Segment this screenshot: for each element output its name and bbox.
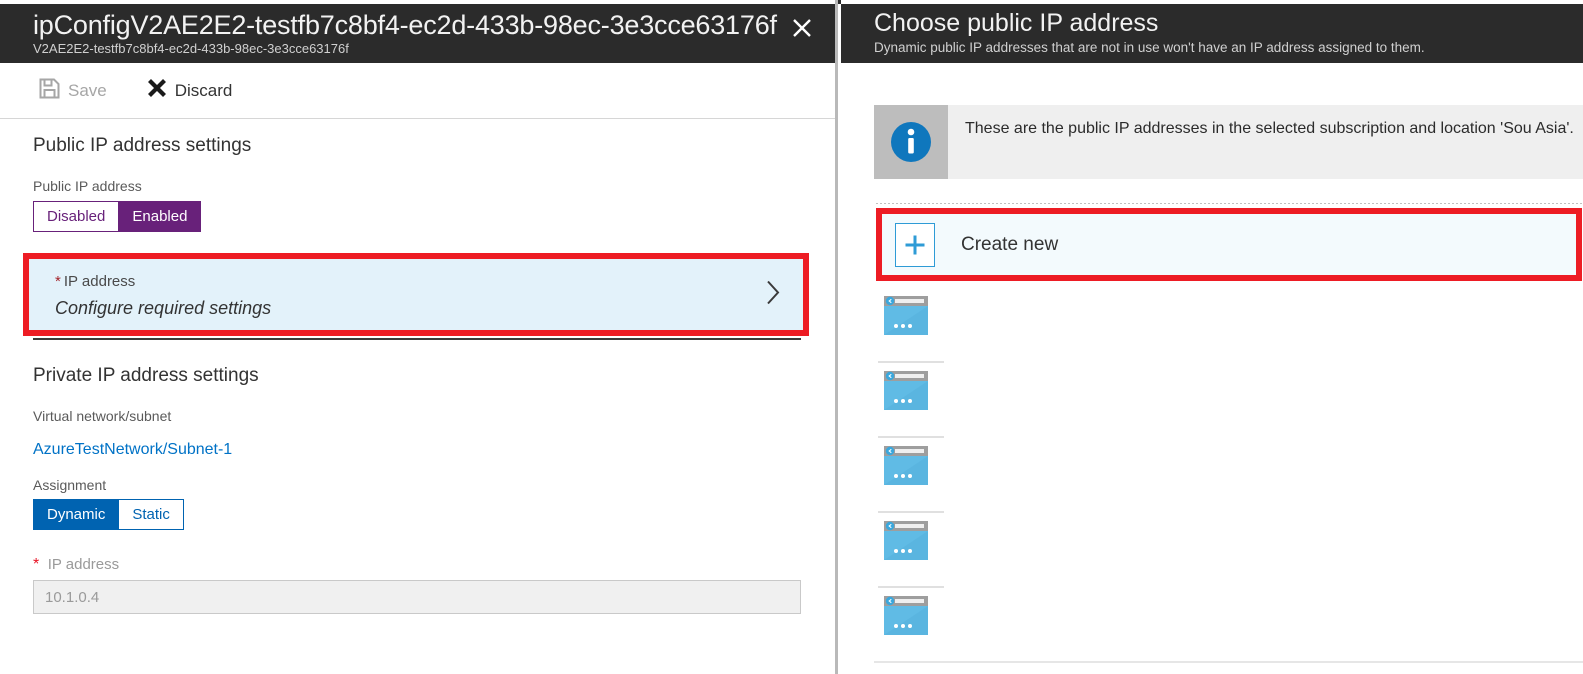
create-new-divider bbox=[876, 203, 1583, 204]
list-separator bbox=[874, 661, 1583, 663]
public-ip-address-icon bbox=[884, 371, 928, 415]
ip-address-picker-underline bbox=[33, 338, 801, 340]
virtual-network-subnet-label: Virtual network/subnet bbox=[33, 408, 172, 424]
private-ip-settings-heading: Private IP address settings bbox=[33, 365, 259, 386]
plus-icon bbox=[895, 222, 935, 267]
discard-label: Discard bbox=[174, 80, 233, 100]
blade-content: Public IP address settings Public IP add… bbox=[0, 119, 835, 674]
public-ip-toggle-disabled[interactable]: Disabled bbox=[33, 201, 119, 232]
ip-address-picker-value: Configure required settings bbox=[55, 298, 272, 318]
close-icon[interactable] bbox=[787, 13, 817, 43]
ip-address-picker[interactable]: * IP address Configure required settings bbox=[29, 259, 803, 330]
assignment-toggle[interactable]: Dynamic Static bbox=[33, 499, 184, 530]
public-ip-address-icon bbox=[884, 446, 928, 490]
list-item[interactable] bbox=[874, 363, 1583, 438]
info-banner: These are the public IP addresses in the… bbox=[874, 105, 1583, 179]
list-item[interactable] bbox=[874, 513, 1583, 588]
azure-portal-screen: ipConfigV2AE2E2-testfb7c8bf4-ec2d-433b-9… bbox=[0, 0, 1583, 674]
private-ip-address-label: IP address bbox=[47, 556, 120, 573]
assignment-label: Assignment bbox=[33, 477, 107, 493]
page-title: ipConfigV2AE2E2-testfb7c8bf4-ec2d-433b-9… bbox=[33, 10, 777, 40]
choose-public-ip-title: Choose public IP address bbox=[874, 9, 1159, 37]
list-item[interactable] bbox=[874, 438, 1583, 513]
ip-address-picker-label: IP address bbox=[63, 273, 136, 290]
create-new-highlight: Create new bbox=[876, 208, 1582, 281]
ip-address-picker-highlight: * IP address Configure required settings bbox=[23, 253, 809, 336]
ip-config-blade: ipConfigV2AE2E2-testfb7c8bf4-ec2d-433b-9… bbox=[0, 0, 838, 674]
create-new-button[interactable]: Create new bbox=[882, 214, 1576, 275]
private-ip-address-labelrow: * IP address bbox=[33, 556, 119, 574]
create-new-label: Create new bbox=[961, 233, 1059, 255]
info-banner-text: These are the public IP addresses in the… bbox=[965, 120, 1574, 137]
virtual-network-subnet-link[interactable]: AzureTestNetwork/Subnet-1 bbox=[33, 440, 232, 460]
choose-public-ip-header: Choose public IP address Dynamic public … bbox=[841, 4, 1583, 63]
public-ip-address-icon bbox=[884, 521, 928, 565]
public-ip-toggle-enabled[interactable]: Enabled bbox=[118, 201, 202, 232]
public-ip-list bbox=[874, 288, 1583, 663]
choose-public-ip-subtitle: Dynamic public IP addresses that are not… bbox=[874, 40, 1425, 55]
public-ip-settings-heading: Public IP address settings bbox=[33, 135, 252, 156]
required-asterisk: * bbox=[55, 273, 61, 290]
save-button[interactable]: Save bbox=[33, 73, 113, 109]
save-icon bbox=[39, 78, 60, 104]
required-asterisk: * bbox=[33, 556, 40, 573]
blade-header: ipConfigV2AE2E2-testfb7c8bf4-ec2d-433b-9… bbox=[0, 4, 835, 63]
page-subtitle: V2AE2E2-testfb7c8bf4-ec2d-433b-98ec-3e3c… bbox=[33, 41, 349, 56]
list-item[interactable] bbox=[874, 588, 1583, 663]
public-ip-address-icon bbox=[884, 596, 928, 640]
ip-address-picker-labelrow: * IP address bbox=[55, 273, 135, 291]
public-ip-address-label: Public IP address bbox=[33, 178, 142, 194]
public-ip-address-icon bbox=[884, 296, 928, 340]
chevron-right-icon bbox=[766, 279, 781, 310]
save-label: Save bbox=[68, 80, 107, 100]
discard-button[interactable]: Discard bbox=[141, 73, 239, 109]
discard-x-icon bbox=[147, 78, 167, 103]
blade-toolbar: Save Discard bbox=[0, 63, 835, 119]
info-icon bbox=[874, 105, 948, 179]
assignment-toggle-dynamic[interactable]: Dynamic bbox=[33, 499, 119, 530]
assignment-toggle-static[interactable]: Static bbox=[118, 499, 184, 530]
public-ip-toggle[interactable]: Disabled Enabled bbox=[33, 201, 202, 232]
private-ip-address-input[interactable] bbox=[33, 580, 801, 614]
list-item[interactable] bbox=[874, 288, 1583, 363]
